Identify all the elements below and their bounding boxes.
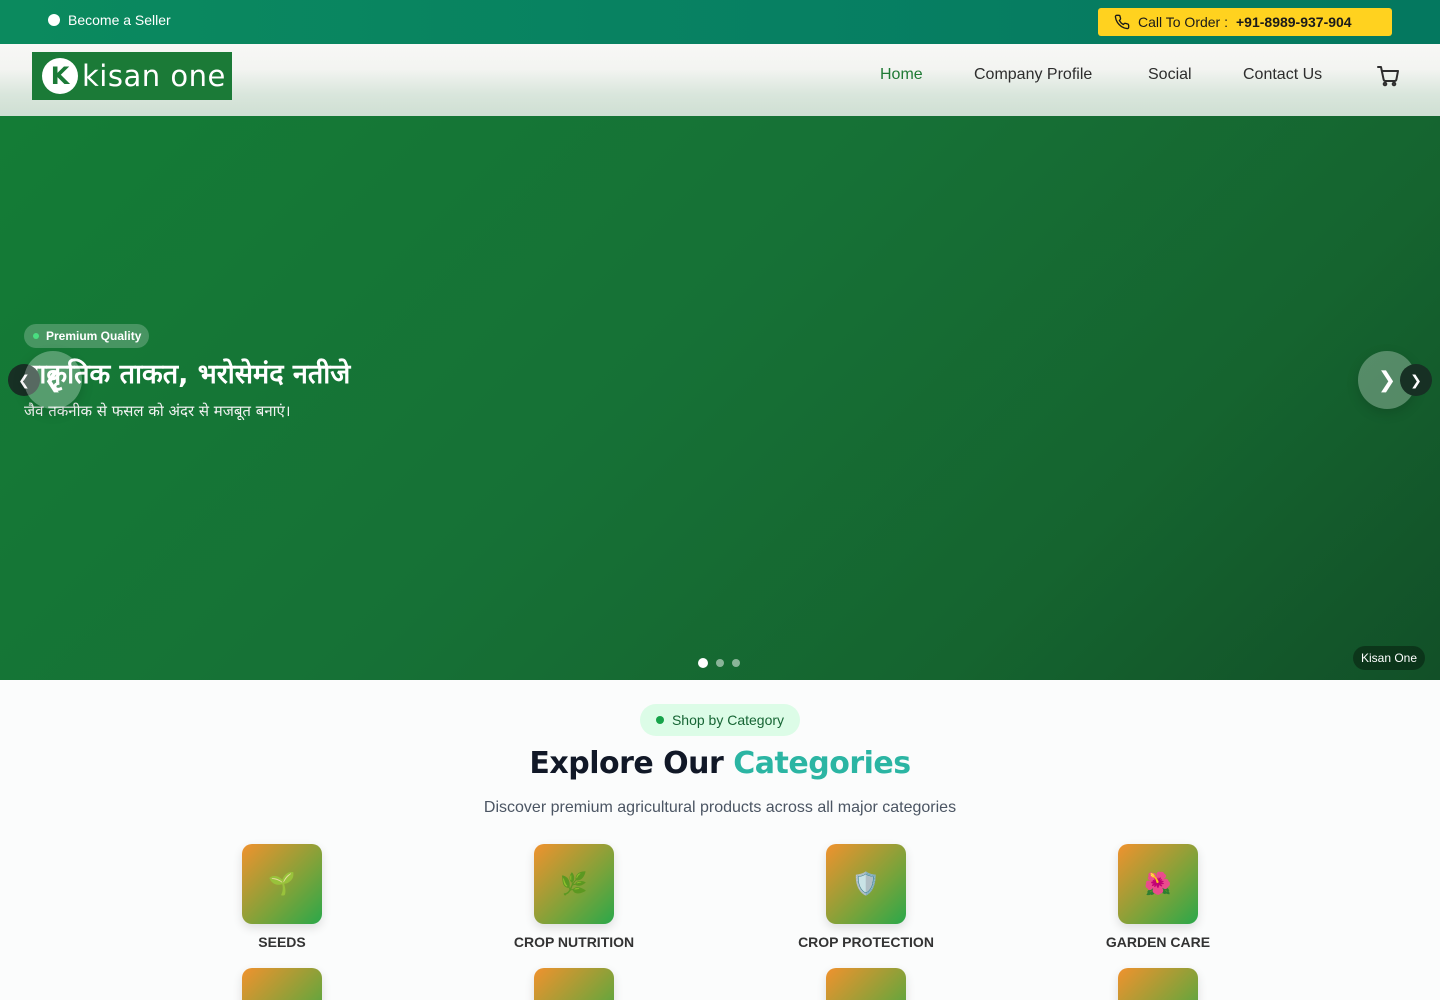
section-subtitle: Discover premium agricultural products a… bbox=[483, 799, 957, 816]
category-label: CROP NUTRITION bbox=[513, 934, 635, 950]
category-label: SEEDS bbox=[258, 934, 306, 950]
carousel-prev-button[interactable]: ❮ bbox=[24, 351, 82, 409]
section-title: Explore Our Categories bbox=[0, 746, 1440, 781]
call-number: +91-8989-937-904 bbox=[1236, 14, 1352, 30]
main-header: K kisan one Home Company Profile Social … bbox=[0, 44, 1440, 116]
category-tile-icon bbox=[1118, 968, 1198, 1000]
category-crop-nutrition[interactable]: 🌿 CROP NUTRITION bbox=[494, 844, 654, 950]
phone-icon bbox=[1114, 14, 1130, 30]
become-seller-link[interactable]: Become a Seller bbox=[48, 12, 171, 28]
carousel-dot-1[interactable] bbox=[698, 658, 708, 668]
category-garden-care[interactable]: 🌺 GARDEN CARE bbox=[1078, 844, 1238, 950]
slide-watermark: Kisan One bbox=[1353, 646, 1426, 670]
pill-label: Shop by Category bbox=[671, 712, 785, 728]
premium-quality-badge: Premium Quality bbox=[24, 324, 150, 348]
nav-contact-us[interactable]: Contact Us bbox=[1243, 66, 1322, 84]
nav-company-profile[interactable]: Company Profile bbox=[974, 66, 1092, 84]
category-label: CROP PROTECTION bbox=[798, 934, 934, 950]
chevron-left-icon: ❮ bbox=[43, 367, 63, 392]
seedling-icon: 🌱 bbox=[242, 844, 322, 924]
chevron-right-icon: ❯ bbox=[1377, 367, 1397, 392]
dot-icon bbox=[655, 716, 664, 724]
category-row2-tile[interactable] bbox=[494, 968, 654, 1000]
category-row2-tile[interactable] bbox=[202, 968, 362, 1000]
category-crop-protection[interactable]: 🛡️ CROP PROTECTION bbox=[786, 844, 946, 950]
category-seeds[interactable]: 🌱 SEEDS bbox=[202, 844, 362, 950]
call-to-order-button[interactable]: Call To Order : +91-8989-937-904 bbox=[1098, 8, 1392, 36]
category-tile-icon bbox=[242, 968, 322, 1000]
section-title-accent: Categories bbox=[733, 746, 911, 781]
kisan-one-logo[interactable]: K kisan one bbox=[32, 52, 232, 100]
shop-by-category-pill: Shop by Category bbox=[640, 704, 800, 736]
carousel-dots bbox=[698, 658, 740, 668]
carousel-next-small-button[interactable]: ❯ bbox=[1400, 364, 1432, 396]
section-title-main: Explore Our bbox=[529, 746, 724, 781]
category-tile-icon bbox=[534, 968, 614, 1000]
nav-social[interactable]: Social bbox=[1148, 66, 1192, 84]
category-tile-icon bbox=[826, 968, 906, 1000]
carousel-dot-2[interactable] bbox=[716, 659, 724, 667]
flower-icon: 🌺 bbox=[1118, 844, 1198, 924]
carousel-dot-3[interactable] bbox=[732, 659, 740, 667]
top-bar: Become a Seller Call To Order : +91-8989… bbox=[0, 0, 1440, 44]
leaf-icon: 🌿 bbox=[534, 844, 614, 924]
shopping-cart-icon[interactable] bbox=[1376, 64, 1400, 88]
become-seller-label: Become a Seller bbox=[68, 12, 171, 28]
chevron-right-icon: ❯ bbox=[1410, 371, 1422, 388]
logo-text: kisan one bbox=[82, 59, 226, 93]
nav-home[interactable]: Home bbox=[880, 66, 923, 84]
shield-icon: 🛡️ bbox=[826, 844, 906, 924]
category-row2-tile[interactable] bbox=[786, 968, 946, 1000]
category-label: GARDEN CARE bbox=[1105, 934, 1211, 950]
logo-mark: K bbox=[42, 58, 78, 94]
hero-carousel: Premium Quality प्राकृतिक ताकत, भरोसेमंद… bbox=[0, 116, 1440, 680]
circle-icon bbox=[48, 14, 60, 26]
call-label: Call To Order : bbox=[1138, 14, 1228, 30]
category-row2-tile[interactable] bbox=[1078, 968, 1238, 1000]
